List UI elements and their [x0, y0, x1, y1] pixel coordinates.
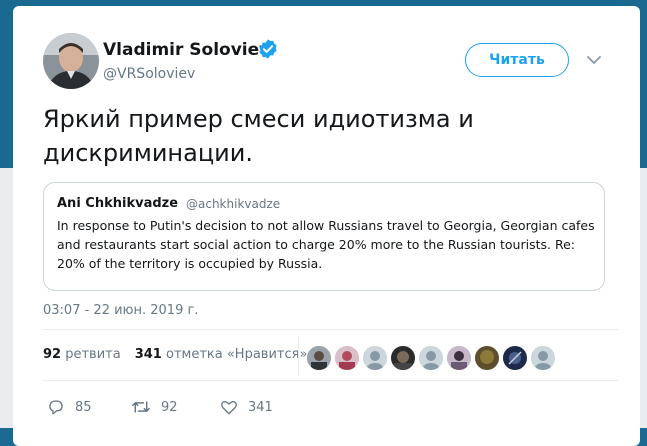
retweets-count: 92 [43, 347, 62, 362]
author-avatar[interactable] [43, 33, 99, 89]
liker-avatar[interactable] [531, 346, 555, 370]
follow-button[interactable]: Читать [465, 43, 569, 77]
divider [43, 329, 618, 330]
likes-label: отметка «Нравится» [166, 347, 308, 362]
like-count: 341 [248, 399, 273, 415]
tweet-timestamp[interactable]: 03:07 - 22 июн. 2019 г. [43, 303, 198, 318]
retweets-label: ретвита [65, 347, 121, 362]
divider [43, 380, 618, 381]
like-button[interactable]: 341 [220, 398, 273, 416]
liker-avatar[interactable] [307, 346, 331, 370]
author-handle[interactable]: @VRSoloviev [103, 66, 195, 82]
quoted-author-name: Ani Chkhikvadze [57, 196, 179, 211]
chevron-down-icon[interactable] [586, 54, 602, 66]
retweet-count: 92 [161, 399, 178, 415]
heart-icon [221, 400, 237, 415]
quoted-tweet[interactable]: Ani Chkhikvadze @achkhikvadze In respons… [43, 182, 605, 291]
liker-avatar[interactable] [503, 346, 527, 370]
retweet-icon [132, 401, 150, 413]
liker-avatar[interactable] [447, 346, 471, 370]
tweet-text: Яркий пример смеси идиотизма и дискримин… [43, 105, 474, 167]
quoted-author-handle: @achkhikvadze [186, 197, 281, 211]
verified-badge-icon [259, 39, 277, 59]
liker-avatar[interactable] [475, 346, 499, 370]
engagement-stats: 92 ретвита 341 отметка «Нравится» [43, 347, 307, 362]
retweet-button[interactable]: 92 [131, 398, 178, 416]
liker-avatar[interactable] [363, 346, 387, 370]
liker-avatar[interactable] [419, 346, 443, 370]
quoted-tweet-text: In response to Putin's decision to not a… [57, 218, 595, 271]
liker-avatar[interactable] [391, 346, 415, 370]
liker-avatar[interactable] [335, 346, 359, 370]
reply-button[interactable]: 85 [47, 398, 92, 416]
reply-icon [49, 400, 63, 415]
stats-separator [298, 336, 299, 376]
likes-count: 341 [134, 347, 162, 362]
author-name[interactable]: Vladimir Soloviev [103, 40, 270, 60]
tweet-card: Vladimir Soloviev @VRSoloviev Читать Ярк… [13, 6, 640, 446]
retweets-stat[interactable]: 92 ретвита [43, 347, 121, 362]
reply-count: 85 [75, 399, 92, 415]
likes-stat[interactable]: 341 отметка «Нравится» [135, 347, 308, 362]
